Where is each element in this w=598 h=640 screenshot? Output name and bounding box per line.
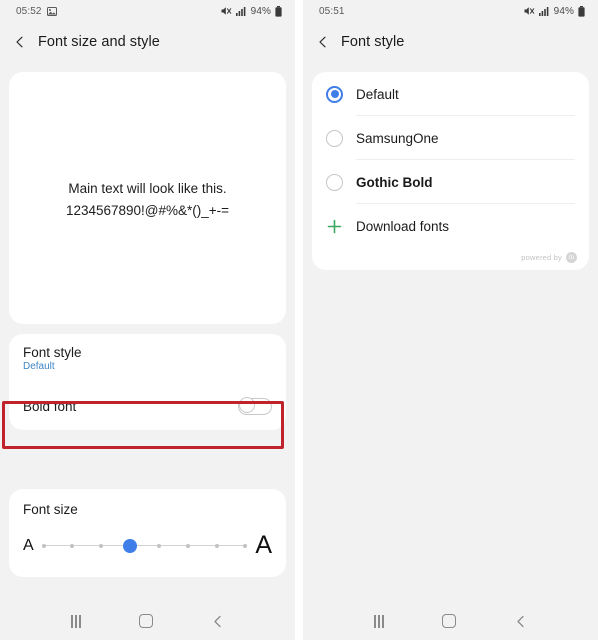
recents-icon[interactable]	[71, 614, 81, 628]
bold-font-label: Bold font	[23, 398, 77, 414]
font-style-list-card: Default SamsungOne Gothic Bold Download fon…	[312, 72, 589, 270]
status-time: 05:52	[16, 5, 42, 17]
bold-font-row[interactable]: Bold font	[9, 382, 286, 430]
status-bar-left-group: 05:52	[16, 6, 57, 17]
font-style-list-item[interactable]: Download fonts	[312, 204, 589, 248]
status-bar-right-group-right: 94%	[524, 5, 585, 17]
font-style-label: Font style	[23, 344, 82, 360]
plus-icon	[327, 219, 342, 233]
slider-tick[interactable]	[41, 543, 46, 548]
font-size-slider[interactable]	[41, 536, 248, 556]
battery-icon	[275, 5, 282, 17]
powered-by-label: powered by	[521, 253, 562, 262]
nav-bar-left	[0, 602, 295, 640]
radio-icon[interactable]	[326, 129, 343, 147]
status-bar-left-group-right: 05:51	[319, 6, 345, 17]
dual-screenshot-container: 05:52 94% Font size and style Main text …	[0, 0, 598, 640]
font-style-list-item[interactable]: SamsungOne	[312, 116, 589, 160]
powered-by-logo-icon: m	[566, 252, 577, 263]
toggle-knob	[239, 397, 255, 413]
font-preview-card: Main text will look like this. 123456789…	[9, 72, 286, 324]
page-title-right: Font style	[341, 34, 405, 50]
left-phone-screen: 05:52 94% Font size and style Main text …	[0, 0, 295, 640]
preview-line-1: Main text will look like this.	[68, 180, 227, 196]
back-icon[interactable]	[212, 615, 224, 628]
mute-icon	[221, 7, 232, 15]
large-letter-label: A	[255, 531, 272, 559]
nav-bar-right	[303, 602, 598, 640]
app-bar-right: Font style	[303, 22, 598, 62]
font-style-content: Default SamsungOne Gothic Bold Download fon…	[303, 62, 598, 602]
font-style-item-label: Default	[356, 86, 399, 102]
powered-by-logo-glyph: m	[568, 253, 575, 261]
slider-thumb[interactable]	[123, 538, 138, 553]
page-title: Font size and style	[38, 34, 160, 50]
status-bar-right: 05:51 94%	[303, 0, 598, 22]
font-style-list: Default SamsungOne Gothic Bold Download fon…	[312, 72, 589, 248]
home-icon[interactable]	[139, 614, 154, 628]
powered-by-badge: powered by m	[312, 248, 589, 270]
font-style-item-label: SamsungOne	[356, 130, 439, 146]
font-style-value: Default	[23, 360, 55, 372]
back-icon[interactable]	[515, 615, 527, 628]
app-bar-left: Font size and style	[0, 22, 295, 62]
font-style-item-label: Download fonts	[356, 218, 450, 234]
status-bar-left: 05:52 94%	[0, 0, 295, 22]
settings-options-card: Font style Default Bold font	[9, 334, 286, 430]
radio-icon[interactable]	[326, 173, 343, 191]
bold-font-toggle[interactable]	[238, 397, 272, 415]
home-icon[interactable]	[442, 614, 457, 628]
right-phone-screen: 05:51 94% Font style Default SamsungOne …	[303, 0, 598, 640]
battery-percent-label: 94%	[250, 5, 271, 17]
font-style-texts: Font style Default	[23, 345, 82, 372]
battery-percent-label-right: 94%	[553, 5, 574, 17]
slider-tick[interactable]	[243, 543, 248, 548]
preview-line-2: 1234567890!@#%&*()_+-=	[65, 203, 230, 218]
image-icon	[46, 6, 57, 16]
slider-tick[interactable]	[214, 543, 219, 548]
font-preview-text: Main text will look like this. 123456789…	[66, 178, 229, 223]
settings-content-left: Main text will look like this. 123456789…	[0, 62, 295, 602]
radio-icon-selected[interactable]	[326, 85, 343, 103]
slider-tick[interactable]	[70, 543, 75, 548]
font-size-label: Font size	[23, 502, 78, 517]
back-chevron-icon[interactable]	[317, 36, 329, 48]
font-size-card: Font size A A	[9, 489, 286, 577]
status-time-right: 05:51	[319, 5, 345, 17]
font-style-list-item[interactable]: Default	[312, 72, 589, 116]
slider-tick[interactable]	[156, 543, 161, 548]
battery-icon	[578, 5, 585, 17]
font-style-list-item[interactable]: Gothic Bold	[312, 160, 589, 204]
signal-bars-icon	[538, 7, 549, 16]
back-chevron-icon[interactable]	[14, 36, 26, 48]
font-style-item-label: Gothic Bold	[356, 174, 433, 190]
status-bar-right-group: 94%	[221, 5, 282, 17]
font-style-row[interactable]: Font style Default	[9, 334, 286, 382]
mute-icon	[524, 7, 535, 15]
small-letter-label: A	[23, 536, 34, 554]
slider-tick[interactable]	[99, 543, 104, 548]
font-size-slider-area: A A	[23, 533, 272, 558]
recents-icon[interactable]	[374, 614, 384, 628]
slider-tick[interactable]	[185, 543, 190, 548]
signal-bars-icon	[235, 7, 246, 16]
